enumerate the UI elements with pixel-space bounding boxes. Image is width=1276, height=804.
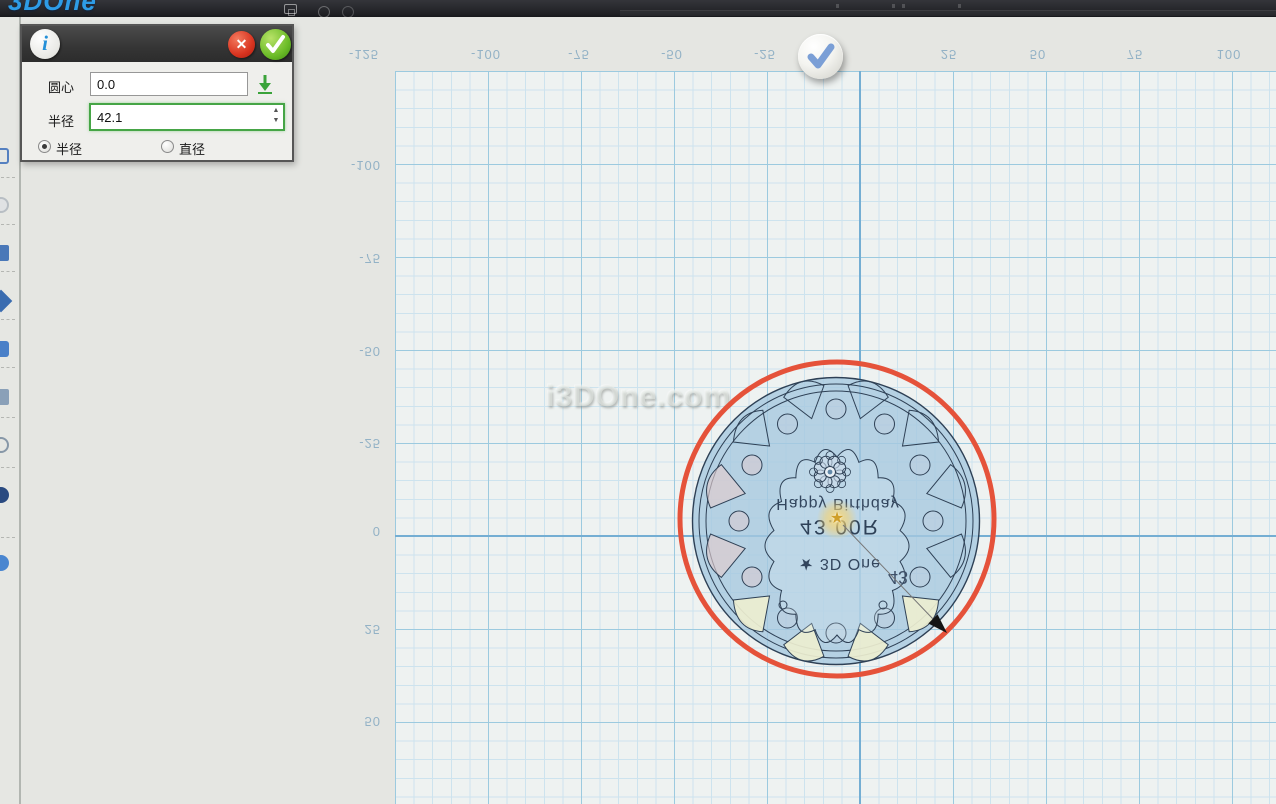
confirm-check-button[interactable]: [798, 34, 843, 79]
sidebar-divider: [1, 224, 15, 225]
ruler-label: -75: [549, 46, 609, 62]
sidebar-tool-icon[interactable]: [0, 389, 9, 405]
center-field-label: 圆心: [48, 77, 74, 96]
ribbon-edge: [620, 10, 1276, 16]
ruler-label: 75: [1105, 46, 1165, 62]
sidebar-tool-icon[interactable]: [0, 290, 12, 313]
ruler-label: 50: [341, 713, 381, 729]
title-bar: 3DOne: [0, 0, 1276, 17]
sidebar-tool-icon[interactable]: [0, 245, 9, 261]
ruler-label: -125: [334, 46, 394, 62]
circle-parameters-dialog: i ✕ 圆心 半径 ▲ ▼ 半径 直径: [20, 24, 294, 162]
sidebar-divider: [1, 537, 15, 538]
pick-point-icon[interactable]: [255, 72, 275, 96]
radio-diameter[interactable]: [161, 140, 174, 153]
ruler-label: -25: [341, 435, 381, 451]
save-icon[interactable]: [284, 4, 297, 14]
ruler-label: -75: [341, 250, 381, 266]
ruler-label: 50: [1008, 46, 1068, 62]
sidebar-tool-icon[interactable]: [0, 148, 9, 164]
radio-radius[interactable]: [38, 140, 51, 153]
ruler-label: 100: [1199, 46, 1259, 62]
sidebar-tool-icon[interactable]: [0, 341, 9, 357]
radio-diameter-label: 直径: [179, 139, 205, 158]
redo-icon[interactable]: [342, 6, 354, 17]
radius-field-label: 半径: [48, 111, 74, 130]
check-icon: [260, 29, 291, 60]
ruler-label: 25: [341, 621, 381, 637]
toolbar-icon-fragment: [958, 4, 961, 8]
toolbar-icon-fragment: [902, 4, 905, 8]
sidebar-tool-icon[interactable]: [0, 197, 9, 213]
selection-circle[interactable]: [680, 362, 994, 676]
radius-input[interactable]: [89, 103, 285, 131]
sidebar-divider: [1, 467, 15, 468]
ruler-label: -50: [341, 343, 381, 359]
check-icon: [798, 34, 843, 79]
sidebar-divider: [1, 417, 15, 418]
ruler-label: 0: [341, 523, 381, 539]
selection-overlay: [667, 349, 1007, 689]
app-logo: 3DOne: [8, 0, 97, 17]
sidebar-divider: [1, 177, 15, 178]
sidebar-divider: [1, 319, 15, 320]
info-icon: i: [30, 29, 60, 59]
sidebar-divider: [1, 367, 15, 368]
sidebar-divider: [1, 271, 15, 272]
stepper-down-icon[interactable]: ▼: [270, 116, 282, 126]
ruler-label: -25: [735, 46, 795, 62]
center-input[interactable]: [90, 72, 248, 96]
toolbar-icon-fragment: [892, 4, 895, 8]
app-window: 3DOne -125 -100 -75: [0, 0, 1276, 804]
ruler-label: 25: [919, 46, 979, 62]
ruler-label: -100: [456, 46, 516, 62]
undo-icon[interactable]: [318, 6, 330, 17]
ruler-label: -50: [642, 46, 702, 62]
toolbar-icon-fragment: [836, 4, 839, 8]
radius-leader-line: [843, 525, 933, 619]
ok-button[interactable]: [260, 29, 291, 60]
stepper-up-icon[interactable]: ▲: [270, 106, 282, 116]
radius-stepper[interactable]: ▲ ▼: [270, 106, 282, 128]
cancel-button[interactable]: ✕: [228, 31, 255, 58]
left-toolbar: [0, 17, 21, 804]
ruler-label: -100: [341, 157, 381, 173]
sidebar-tool-icon[interactable]: [0, 487, 9, 503]
radio-radius-label: 半径: [56, 139, 82, 158]
sidebar-tool-icon[interactable]: [0, 555, 9, 571]
sidebar-tool-icon[interactable]: [0, 437, 9, 453]
